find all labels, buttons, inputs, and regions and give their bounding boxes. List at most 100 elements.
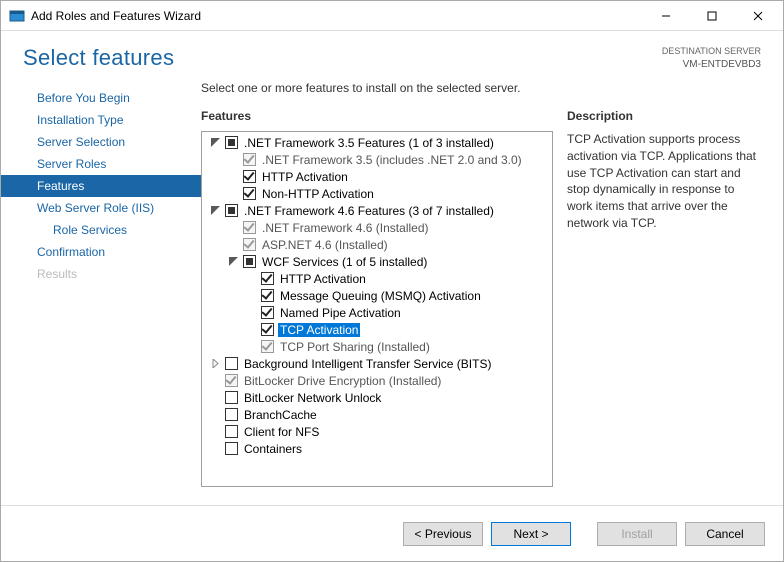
- features-label: Features: [201, 109, 553, 123]
- tree-item-label[interactable]: Containers: [242, 442, 304, 456]
- checkbox[interactable]: [243, 153, 256, 166]
- chevron-right-icon[interactable]: [210, 358, 221, 369]
- page-title: Select features: [23, 45, 174, 71]
- tree-item-label[interactable]: .NET Framework 3.5 (includes .NET 2.0 an…: [260, 153, 524, 167]
- tree-item-label[interactable]: HTTP Activation: [260, 170, 350, 184]
- minimize-button[interactable]: [643, 2, 689, 30]
- tree-item[interactable]: HTTP Activation: [202, 168, 552, 185]
- wizard-icon: [9, 8, 25, 24]
- cancel-button[interactable]: Cancel: [685, 522, 765, 546]
- spacer: [228, 171, 239, 182]
- tree-item-label[interactable]: WCF Services (1 of 5 installed): [260, 255, 429, 269]
- tree-item[interactable]: Background Intelligent Transfer Service …: [202, 355, 552, 372]
- tree-item[interactable]: Message Queuing (MSMQ) Activation: [202, 287, 552, 304]
- tree-item[interactable]: Containers: [202, 440, 552, 457]
- nav-step-role-services[interactable]: Role Services: [1, 219, 201, 241]
- chevron-down-icon[interactable]: [210, 137, 221, 148]
- install-button[interactable]: Install: [597, 522, 677, 546]
- spacer: [210, 409, 221, 420]
- nav-step-server-selection[interactable]: Server Selection: [1, 131, 201, 153]
- nav-step-features[interactable]: Features: [1, 175, 201, 197]
- spacer: [246, 324, 257, 335]
- tree-item[interactable]: TCP Port Sharing (Installed): [202, 338, 552, 355]
- tree-item-label[interactable]: .NET Framework 4.6 Features (3 of 7 inst…: [242, 204, 496, 218]
- titlebar: Add Roles and Features Wizard: [1, 1, 783, 31]
- tree-item-label[interactable]: Non-HTTP Activation: [260, 187, 376, 201]
- spacer: [210, 426, 221, 437]
- nav-step-installation-type[interactable]: Installation Type: [1, 109, 201, 131]
- tree-item[interactable]: BitLocker Drive Encryption (Installed): [202, 372, 552, 389]
- tree-item[interactable]: .NET Framework 4.6 Features (3 of 7 inst…: [202, 202, 552, 219]
- tree-item-label[interactable]: TCP Port Sharing (Installed): [278, 340, 432, 354]
- nav-step-web-server-role-iis-[interactable]: Web Server Role (IIS): [1, 197, 201, 219]
- description-text: TCP Activation supports process activati…: [567, 131, 769, 232]
- spacer: [228, 222, 239, 233]
- checkbox[interactable]: [261, 272, 274, 285]
- nav-step-results: Results: [1, 263, 201, 285]
- tree-item-label[interactable]: Named Pipe Activation: [278, 306, 403, 320]
- instruction-text: Select one or more features to install o…: [201, 81, 769, 95]
- tree-item-label[interactable]: Message Queuing (MSMQ) Activation: [278, 289, 483, 303]
- spacer: [210, 375, 221, 386]
- nav-step-before-you-begin[interactable]: Before You Begin: [1, 87, 201, 109]
- tree-item[interactable]: Non-HTTP Activation: [202, 185, 552, 202]
- checkbox[interactable]: [261, 289, 274, 302]
- tree-item-label[interactable]: BitLocker Drive Encryption (Installed): [242, 374, 443, 388]
- footer: < Previous Next > Install Cancel: [1, 505, 783, 561]
- tree-item[interactable]: ASP.NET 4.6 (Installed): [202, 236, 552, 253]
- previous-button[interactable]: < Previous: [403, 522, 483, 546]
- destination-label: DESTINATION SERVER: [662, 46, 761, 58]
- tree-item[interactable]: BranchCache: [202, 406, 552, 423]
- tree-item-label[interactable]: BitLocker Network Unlock: [242, 391, 383, 405]
- checkbox[interactable]: [243, 170, 256, 183]
- tree-item[interactable]: .NET Framework 3.5 (includes .NET 2.0 an…: [202, 151, 552, 168]
- chevron-down-icon[interactable]: [228, 256, 239, 267]
- checkbox[interactable]: [225, 357, 238, 370]
- spacer: [228, 239, 239, 250]
- tree-item-label[interactable]: ASP.NET 4.6 (Installed): [260, 238, 390, 252]
- spacer: [246, 273, 257, 284]
- tree-item-label[interactable]: .NET Framework 3.5 Features (1 of 3 inst…: [242, 136, 496, 150]
- maximize-button[interactable]: [689, 2, 735, 30]
- destination-info: DESTINATION SERVER VM-ENTDEVBD3: [662, 46, 761, 71]
- nav-step-server-roles[interactable]: Server Roles: [1, 153, 201, 175]
- next-button[interactable]: Next >: [491, 522, 571, 546]
- nav-step-confirmation[interactable]: Confirmation: [1, 241, 201, 263]
- tree-item-label[interactable]: Client for NFS: [242, 425, 321, 439]
- checkbox[interactable]: [243, 255, 256, 268]
- checkbox[interactable]: [243, 238, 256, 251]
- checkbox[interactable]: [243, 221, 256, 234]
- spacer: [210, 392, 221, 403]
- tree-item-label[interactable]: HTTP Activation: [278, 272, 368, 286]
- tree-item-label[interactable]: Background Intelligent Transfer Service …: [242, 357, 493, 371]
- spacer: [210, 443, 221, 454]
- tree-item[interactable]: BitLocker Network Unlock: [202, 389, 552, 406]
- tree-item[interactable]: TCP Activation: [202, 321, 552, 338]
- wizard-steps-sidebar: Before You BeginInstallation TypeServer …: [1, 81, 201, 487]
- checkbox[interactable]: [243, 187, 256, 200]
- tree-item[interactable]: WCF Services (1 of 5 installed): [202, 253, 552, 270]
- checkbox[interactable]: [261, 306, 274, 319]
- tree-item-label[interactable]: .NET Framework 4.6 (Installed): [260, 221, 431, 235]
- checkbox[interactable]: [225, 374, 238, 387]
- window-title: Add Roles and Features Wizard: [31, 9, 643, 23]
- tree-item[interactable]: .NET Framework 3.5 Features (1 of 3 inst…: [202, 134, 552, 151]
- tree-item[interactable]: Named Pipe Activation: [202, 304, 552, 321]
- tree-item-label[interactable]: BranchCache: [242, 408, 319, 422]
- checkbox[interactable]: [225, 408, 238, 421]
- checkbox[interactable]: [225, 136, 238, 149]
- checkbox[interactable]: [261, 340, 274, 353]
- checkbox[interactable]: [225, 204, 238, 217]
- checkbox[interactable]: [225, 425, 238, 438]
- tree-item-label[interactable]: TCP Activation: [278, 323, 360, 337]
- checkbox[interactable]: [225, 442, 238, 455]
- tree-item[interactable]: Client for NFS: [202, 423, 552, 440]
- checkbox[interactable]: [225, 391, 238, 404]
- tree-item[interactable]: HTTP Activation: [202, 270, 552, 287]
- features-tree[interactable]: .NET Framework 3.5 Features (1 of 3 inst…: [201, 131, 553, 487]
- chevron-down-icon[interactable]: [210, 205, 221, 216]
- checkbox[interactable]: [261, 323, 274, 336]
- spacer: [246, 341, 257, 352]
- tree-item[interactable]: .NET Framework 4.6 (Installed): [202, 219, 552, 236]
- close-button[interactable]: [735, 2, 781, 30]
